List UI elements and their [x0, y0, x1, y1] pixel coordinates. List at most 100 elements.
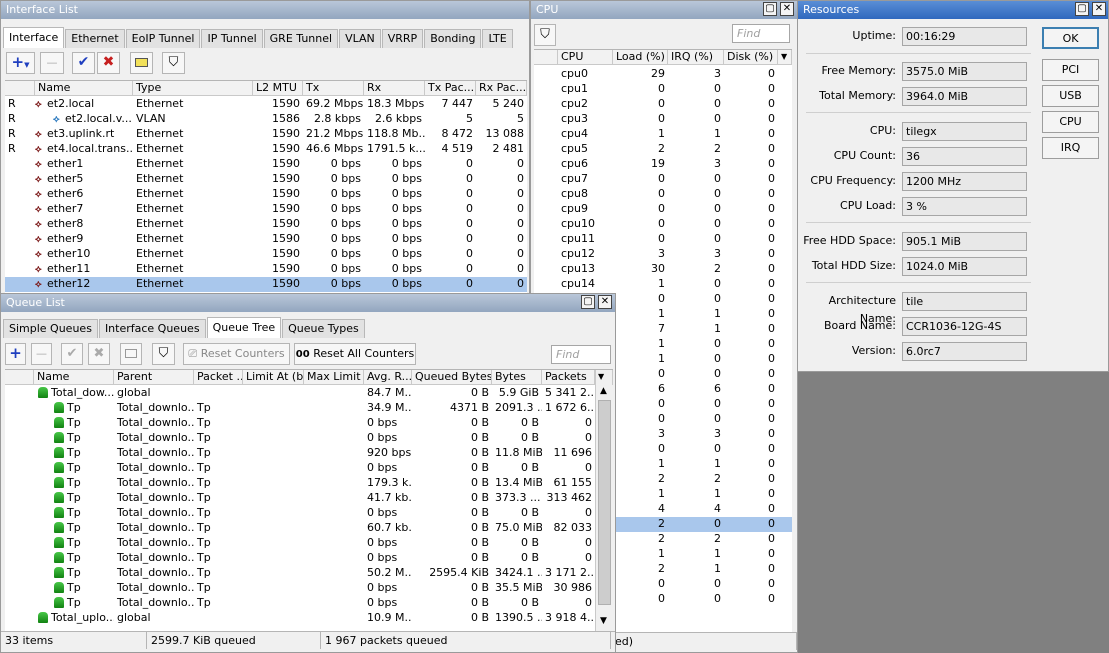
column-header-flags[interactable] [5, 370, 34, 385]
table-row[interactable]: cpu3 0 0 0 [534, 112, 792, 127]
queue-find-input[interactable]: Find [551, 345, 611, 364]
close-button[interactable]: ✕ [1092, 2, 1106, 16]
cpu-button[interactable]: CPU [1042, 111, 1099, 133]
enable-button[interactable]: ✔ [61, 343, 83, 365]
tab-ip-tunnel[interactable]: IP Tunnel [201, 29, 263, 48]
column-header-load-[interactable]: Load (%) [613, 50, 668, 65]
tab-lte[interactable]: LTE [482, 29, 513, 48]
table-row[interactable]: Tp Total_downlo... Tp 34.9 M... 4371 B 2091.3… [5, 401, 595, 416]
vertical-scrollbar[interactable]: ▲ ▼ [595, 370, 613, 631]
cpu-titlebar[interactable]: CPU [531, 1, 797, 19]
column-menu-arrow-icon[interactable]: ▼ [595, 370, 613, 385]
tab-eoip-tunnel[interactable]: EoIP Tunnel [125, 29, 201, 48]
table-row[interactable]: cpu14 1 0 0 [534, 277, 792, 292]
table-row[interactable]: TpTotal_downlo...Tp179.3 k...0 B13.4 MiB… [5, 476, 595, 491]
table-row[interactable]: Tp Total_downlo... Tp 0 bps 0 B0 B0 [5, 596, 595, 611]
table-row[interactable]: Tp Total_downlo... Tp 0 bps 0 B0 B0 [5, 416, 595, 431]
tab-queue-tree[interactable]: Queue Tree [206, 317, 282, 338]
table-row[interactable]: cpu8 0 0 0 [534, 187, 792, 202]
tab-interface-queues[interactable]: Interface Queues [98, 319, 206, 338]
usb-button[interactable]: USB [1042, 85, 1099, 107]
column-header-limit-at-b[interactable]: Limit At (b... [243, 370, 304, 385]
table-row[interactable]: Tp Total_downlo... Tp 0 bps 0 B 35.5 MiB 30 98… [5, 581, 595, 596]
column-header-irq-[interactable]: IRQ (%) [668, 50, 724, 65]
table-row[interactable]: TpTotal_downlo...Tp60.7 kb...0 B75.0 MiB… [5, 521, 595, 536]
table-row[interactable]: Tp Total_downlo... Tp 0 bps 0 B0 B0 [5, 536, 595, 551]
table-row[interactable]: ⟡ ether8 Ethernet 1590 0 bps 0 bps 0 0 [5, 217, 527, 232]
reset-counters-button[interactable]: ⎚ Reset Counters [183, 343, 290, 365]
column-header-packets[interactable]: Packets [542, 370, 595, 385]
table-row[interactable]: cpu12 3 3 0 [534, 247, 792, 262]
filter-button[interactable]: ⛉ [162, 52, 185, 74]
table-row[interactable]: ⟡ ether5 Ethernet 1590 0 bps 0 bps 0 0 [5, 172, 527, 187]
column-header-type[interactable]: Type [133, 81, 253, 96]
table-row[interactable]: cpu4 1 1 0 [534, 127, 792, 142]
table-row[interactable]: Total_uplo...global 10.9 M... 0 B 1390.5 ..… [5, 611, 595, 626]
tab-queue-types[interactable]: Queue Types [282, 319, 365, 338]
irq-button[interactable]: IRQ [1042, 137, 1099, 159]
table-row[interactable]: R ⟡ et4.local.trans... Ethernet 1590 46.6 Mbp… [5, 142, 527, 157]
table-row[interactable]: cpu0 29 3 0 [534, 67, 792, 82]
scroll-down-arrow-icon[interactable]: ▼ [600, 616, 607, 626]
column-header-cpu[interactable]: CPU [558, 50, 613, 65]
add-button[interactable]: + [5, 343, 26, 365]
close-button[interactable]: ✕ [780, 2, 794, 16]
add-button[interactable]: +▼ [6, 52, 35, 74]
tab-bonding[interactable]: Bonding [424, 29, 482, 48]
tab-vlan[interactable]: VLAN [339, 29, 381, 48]
tab-interface[interactable]: Interface [3, 27, 65, 48]
table-row[interactable]: cpu5 2 2 0 [534, 142, 792, 157]
table-row[interactable]: cpu1 0 0 0 [534, 82, 792, 97]
restore-button[interactable]: ▢ [581, 295, 595, 309]
scroll-thumb[interactable] [598, 400, 611, 605]
table-row[interactable]: Tp Total_downlo... Tp 0 bps 0 B0 B0 [5, 506, 595, 521]
column-header-flags[interactable] [5, 81, 35, 96]
tab-vrrp[interactable]: VRRP [381, 29, 424, 48]
column-header-l2-mtu[interactable]: L2 MTU [253, 81, 303, 96]
column-header-name[interactable]: Name [35, 81, 133, 96]
tab-gre-tunnel[interactable]: GRE Tunnel [263, 29, 339, 48]
table-row[interactable]: cpu7 0 0 0 [534, 172, 792, 187]
cpu-filter-button[interactable]: ⛉ [534, 24, 556, 46]
table-row[interactable]: ⟡ ether6 Ethernet 1590 0 bps 0 bps 0 0 [5, 187, 527, 202]
column-header-disk-[interactable]: Disk (%) [724, 50, 778, 65]
column-header-queued-bytes[interactable]: Queued Bytes [412, 370, 492, 385]
remove-button[interactable]: — [31, 343, 52, 365]
comment-button[interactable] [120, 343, 142, 365]
filter-button[interactable]: ⛉ [152, 343, 175, 365]
table-row[interactable]: TpTotal_downlo...Tp41.7 kb...0 B373.3 ..… [5, 491, 595, 506]
table-row[interactable]: Tp Total_downlo... Tp 0 bps 0 B0 B0 [5, 461, 595, 476]
table-row[interactable]: cpu10 0 0 0 [534, 217, 792, 232]
reset-all-counters-button[interactable]: 00 Reset All Counters [294, 343, 416, 365]
table-row[interactable]: ⟡ ether9 Ethernet 1590 0 bps 0 bps 0 0 [5, 232, 527, 247]
disable-button[interactable]: ✖ [97, 52, 120, 74]
column-header-tx[interactable]: Tx [303, 81, 364, 96]
column-header-bytes[interactable]: Bytes [492, 370, 542, 385]
column-header-rx-pac-[interactable]: Rx Pac... [476, 81, 527, 96]
table-row[interactable]: ⟡ ether11 Ethernet 1590 0 bps 0 bps 0 0 [5, 262, 527, 277]
table-row[interactable]: cpu11 0 0 0 [534, 232, 792, 247]
ok-button[interactable]: OK [1042, 27, 1099, 49]
column-header-parent[interactable]: Parent [114, 370, 194, 385]
column-header-packet[interactable]: Packet ... [194, 370, 243, 385]
column-header-flags[interactable] [534, 50, 558, 65]
table-row[interactable]: ⟡ ether12 Ethernet 1590 0 bps 0 bps 0 0 [5, 277, 527, 292]
cpu-find-input[interactable]: Find [732, 24, 790, 43]
table-row[interactable]: Tp Total_downlo... Tp 920 bps 0 B 11.8 MiB 11 … [5, 446, 595, 461]
table-row[interactable]: ⟡ ether10 Ethernet 1590 0 bps 0 bps 0 0 [5, 247, 527, 262]
table-row[interactable]: R ⟡ et2.local Ethernet 1590 69.2 Mbps 18.3 Mbp… [5, 97, 527, 112]
table-row[interactable]: cpu9 0 0 0 [534, 202, 792, 217]
tab-ethernet[interactable]: Ethernet [65, 29, 125, 48]
table-row[interactable]: Tp Total_downlo... Tp 0 bps 0 B0 B0 [5, 551, 595, 566]
table-row[interactable]: R ⟡ et3.uplink.rt Ethernet 1590 21.2 Mbps 118.… [5, 127, 527, 142]
remove-button[interactable]: — [40, 52, 64, 74]
queue-list-titlebar[interactable]: Queue List [1, 294, 615, 312]
column-header-tx-pac-[interactable]: Tx Pac... [425, 81, 476, 96]
interface-list-titlebar[interactable]: Interface List [1, 1, 529, 19]
scroll-up-arrow-icon[interactable]: ▲ [600, 386, 607, 396]
table-row[interactable]: cpu6 19 3 0 [534, 157, 792, 172]
table-row[interactable]: R ⟡ et2.local.v... VLAN 1586 2.8 kbps 2.6 kbps… [5, 112, 527, 127]
resources-titlebar[interactable]: Resources [798, 1, 1108, 19]
table-row[interactable]: Tp Total_downlo... Tp 0 bps 0 B0 B0 [5, 431, 595, 446]
table-row[interactable]: ⟡ ether1 Ethernet 1590 0 bps 0 bps 0 0 [5, 157, 527, 172]
